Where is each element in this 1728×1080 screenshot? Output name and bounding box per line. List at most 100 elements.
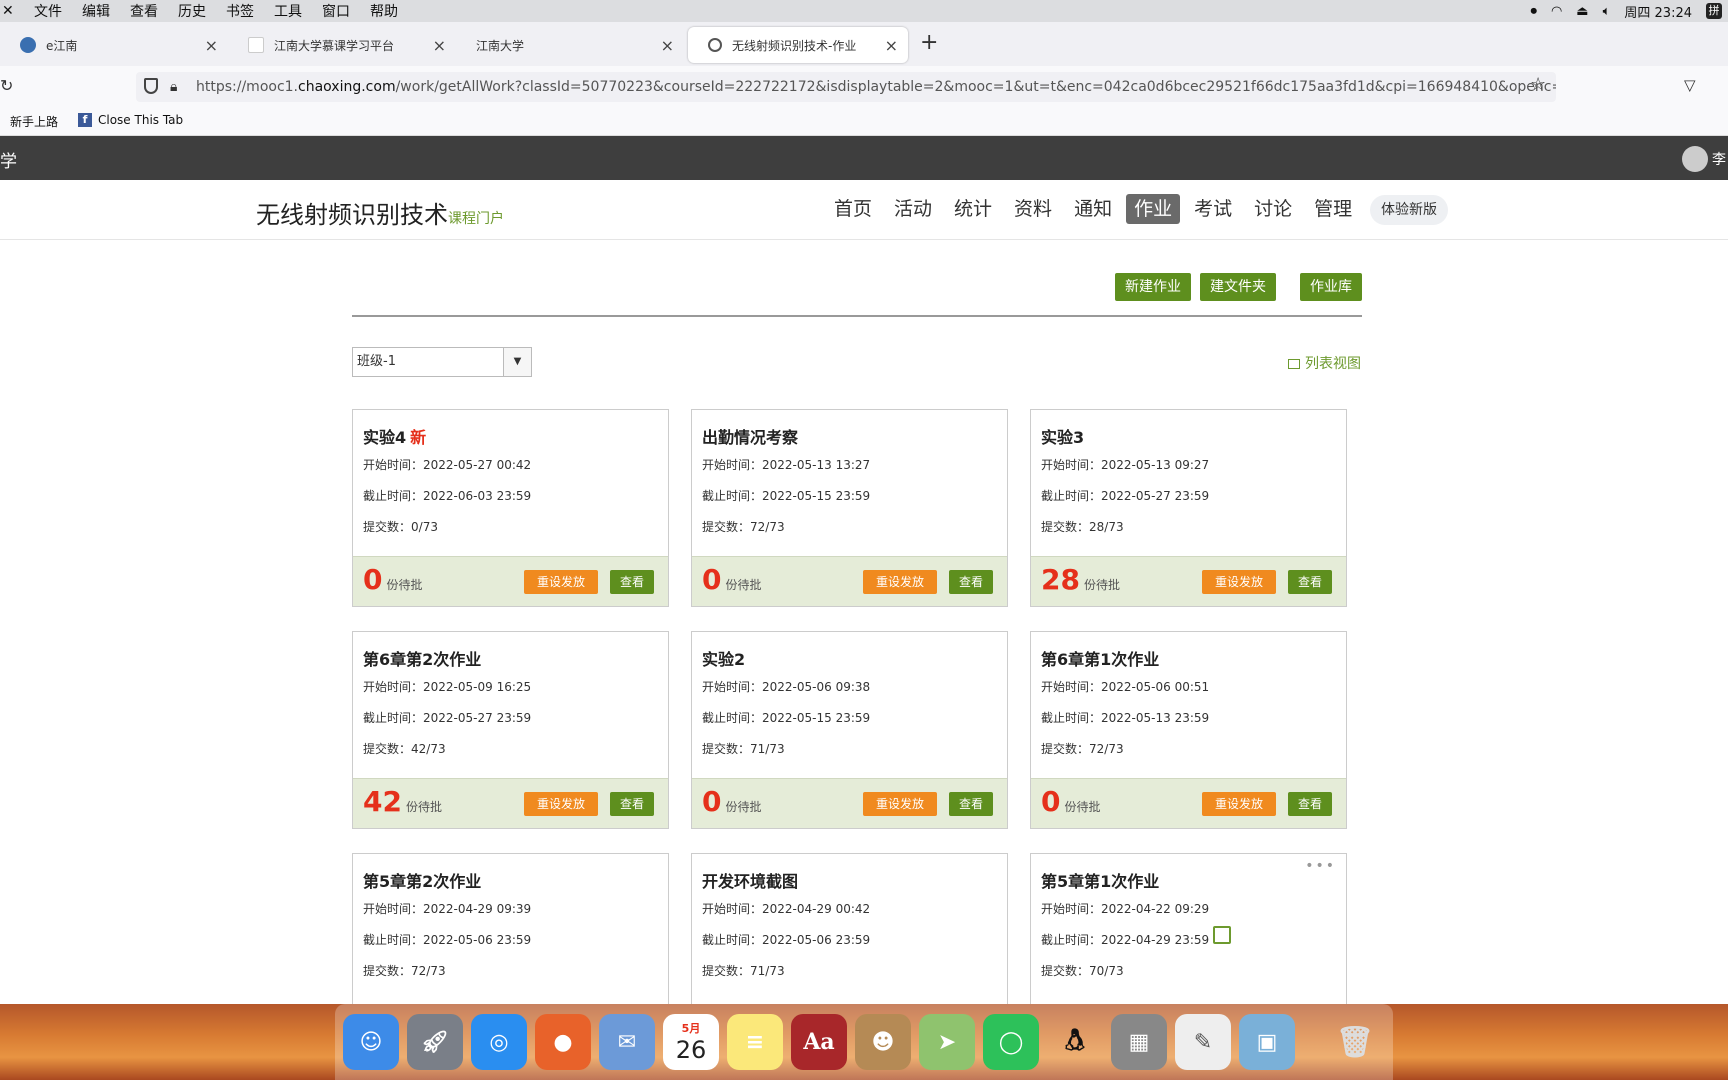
menu-help[interactable]: 帮助 <box>370 1 398 21</box>
assignment-title[interactable]: 出勤情况考察 <box>702 424 798 448</box>
redistribute-button[interactable]: 重设发放 <box>863 792 937 816</box>
bookmark-star-icon[interactable]: ☆ <box>1530 74 1546 95</box>
nav-manage[interactable]: 管理 <box>1306 194 1360 224</box>
assignment-title[interactable]: 第6章第1次作业 <box>1041 646 1159 670</box>
menu-view[interactable]: 查看 <box>130 1 158 21</box>
notes-icon[interactable]: ≡ <box>727 1014 783 1070</box>
avatar[interactable] <box>1682 146 1708 172</box>
assignment-title-text[interactable]: 第6章第2次作业 <box>363 650 481 669</box>
maps-icon[interactable]: ➤ <box>919 1014 975 1070</box>
nav-activity[interactable]: 活动 <box>886 194 940 224</box>
new-assignment-button[interactable]: 新建作业 <box>1115 273 1191 301</box>
assignment-title[interactable]: 开发环境截图 <box>702 868 798 892</box>
tab-mooc-platform[interactable]: 江南大学慕课学习平台 × <box>228 27 456 63</box>
assignment-title-text[interactable]: 实验2 <box>702 650 745 669</box>
edit-icon[interactable] <box>1213 926 1231 944</box>
assignment-title-text[interactable]: 第5章第2次作业 <box>363 872 481 891</box>
assignment-title[interactable]: 第6章第2次作业 <box>363 646 481 670</box>
redistribute-button[interactable]: 重设发放 <box>863 570 937 594</box>
assignment-library-button[interactable]: 作业库 <box>1300 273 1362 301</box>
assignment-title[interactable]: 第5章第2次作业 <box>363 868 481 892</box>
volume-icon[interactable]: 🔈︎ <box>1603 4 1611 19</box>
list-view-toggle[interactable]: 列表视图 <box>1288 353 1361 373</box>
pocket-icon[interactable]: ▽ <box>1684 76 1696 94</box>
assignment-title-text[interactable]: 第6章第1次作业 <box>1041 650 1159 669</box>
view-button[interactable]: 查看 <box>949 792 993 816</box>
assignment-title-text[interactable]: 实验3 <box>1041 428 1084 447</box>
wechat-icon[interactable]: ◯ <box>983 1014 1039 1070</box>
more-options-icon[interactable]: ••• <box>1305 858 1336 874</box>
launchpad-icon[interactable]: 🚀︎ <box>407 1014 463 1070</box>
reload-icon[interactable]: ↻ <box>0 76 13 95</box>
tab-jiangnan-university[interactable]: 江南大学 × <box>456 27 684 63</box>
tab-rfid-assignments[interactable]: 无线射频识别技术-作业 × <box>688 27 908 63</box>
menu-history[interactable]: 历史 <box>178 1 206 21</box>
mail-stamp-icon[interactable]: ✉ <box>599 1014 655 1070</box>
nav-materials[interactable]: 资料 <box>1006 194 1060 224</box>
textedit-icon[interactable]: ✎ <box>1175 1014 1231 1070</box>
menu-tools[interactable]: 工具 <box>274 1 302 21</box>
safari-icon[interactable]: ◎ <box>471 1014 527 1070</box>
redistribute-button[interactable]: 重设发放 <box>524 792 598 816</box>
view-button[interactable]: 查看 <box>610 570 654 594</box>
course-portal-link[interactable]: 课程门户 <box>448 211 504 227</box>
calendar-icon[interactable]: 5月 26 <box>663 1014 719 1070</box>
nav-exam[interactable]: 考试 <box>1186 194 1240 224</box>
shield-icon[interactable] <box>144 78 158 94</box>
nav-homework[interactable]: 作业 <box>1126 194 1181 224</box>
assignment-title[interactable]: 实验4 新 <box>363 424 426 448</box>
eject-icon[interactable]: ⏏ <box>1576 4 1588 19</box>
menu-file[interactable]: 文件 <box>34 1 62 21</box>
class-select[interactable]: 班级-1 ▼ <box>352 347 532 377</box>
menu-bookmarks[interactable]: 书签 <box>226 1 254 21</box>
nav-discussion[interactable]: 讨论 <box>1246 194 1300 224</box>
nav-notice[interactable]: 通知 <box>1066 194 1120 224</box>
clock[interactable]: 周四 23:24 <box>1624 2 1692 21</box>
wifi-icon[interactable]: ◠ <box>1551 4 1562 19</box>
bookmark-close-this-tab[interactable]: f Close This Tab <box>78 113 183 127</box>
assignment-title[interactable]: 实验2 <box>702 646 745 670</box>
new-folder-button[interactable]: 建文件夹 <box>1200 273 1276 301</box>
new-tab-button[interactable]: + <box>920 30 938 55</box>
view-button[interactable]: 查看 <box>1288 792 1332 816</box>
close-icon[interactable]: × <box>661 36 674 55</box>
redistribute-button[interactable]: 重设发放 <box>1202 792 1276 816</box>
assignment-title-text[interactable]: 开发环境截图 <box>702 872 798 891</box>
redistribute-button[interactable]: 重设发放 <box>1202 570 1276 594</box>
bookmark-newbie[interactable]: 新手上路 <box>10 113 58 130</box>
preview-icon[interactable]: ▣ <box>1239 1014 1295 1070</box>
close-icon[interactable]: × <box>433 36 446 55</box>
trash-icon[interactable]: 🗑︎ <box>1327 1014 1383 1070</box>
assignment-title[interactable]: 实验3 <box>1041 424 1084 448</box>
user-name[interactable]: 李 <box>1712 149 1726 169</box>
finder-icon[interactable]: ☺ <box>343 1014 399 1070</box>
chevron-down-icon[interactable]: ▼ <box>503 348 531 376</box>
qq-icon[interactable]: 🐧︎ <box>1047 1014 1103 1070</box>
contacts-icon[interactable]: ☻ <box>855 1014 911 1070</box>
redistribute-button[interactable]: 重设发放 <box>524 570 598 594</box>
view-button[interactable]: 查看 <box>1288 570 1332 594</box>
nav-home[interactable]: 首页 <box>826 194 880 224</box>
view-button[interactable]: 查看 <box>949 570 993 594</box>
nav-statistics[interactable]: 统计 <box>946 194 1000 224</box>
url-bar[interactable]: https://mooc1. chaoxing.com/work/getAllWo… <box>136 72 1556 102</box>
calculator-icon[interactable]: ▦ <box>1111 1014 1167 1070</box>
assignment-title-text[interactable]: 第5章第1次作业 <box>1041 872 1159 891</box>
tab-ejiangnan[interactable]: e江南 × <box>0 27 228 63</box>
assignment-title-text[interactable]: 出勤情况考察 <box>702 428 798 447</box>
input-method-icon[interactable]: 拼 <box>1706 3 1722 19</box>
assignment-title[interactable]: 第5章第1次作业 <box>1041 868 1159 892</box>
assignment-title-text[interactable]: 实验4 <box>363 428 406 447</box>
record-icon[interactable]: ⏺ <box>1530 4 1537 19</box>
menu-window[interactable]: 窗口 <box>322 1 350 21</box>
site-brand[interactable]: 学 <box>0 147 17 172</box>
lock-icon[interactable]: 🔒︎ <box>170 79 177 95</box>
apple-menu-icon[interactable]: ✕ <box>0 3 14 19</box>
try-new-version-button[interactable]: 体验新版 <box>1370 195 1448 225</box>
firefox-icon[interactable]: ● <box>535 1014 591 1070</box>
menu-edit[interactable]: 编辑 <box>82 1 110 21</box>
view-button[interactable]: 查看 <box>610 792 654 816</box>
dictionary-icon[interactable]: Aa <box>791 1014 847 1070</box>
close-icon[interactable]: × <box>885 36 898 55</box>
close-icon[interactable]: × <box>205 36 218 55</box>
